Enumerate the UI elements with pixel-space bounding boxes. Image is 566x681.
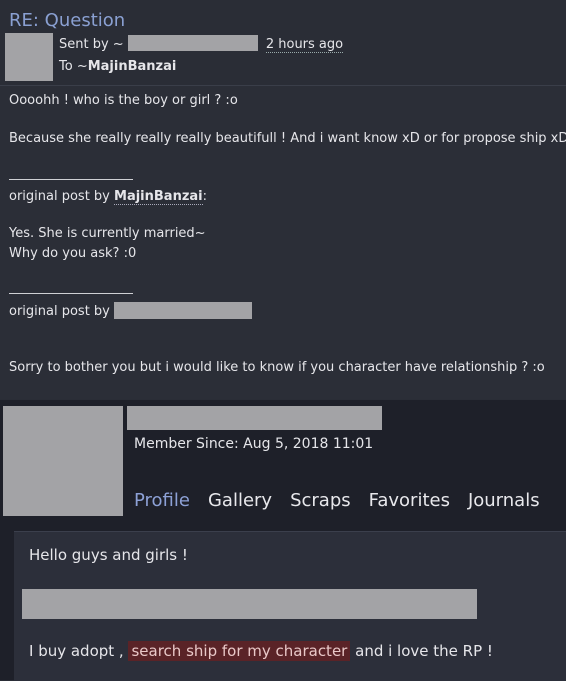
body-line: Because she really really really beautif… — [9, 131, 566, 146]
to-line: To ~MajinBanzai — [59, 57, 176, 77]
sender-name-redacted[interactable] — [127, 35, 258, 51]
tab-favorites[interactable]: Favorites — [369, 488, 450, 514]
timestamp-link[interactable]: 2 hours ago — [265, 37, 344, 53]
message-body: Oooohh ! who is the boy or girl ? :o Bec… — [0, 85, 566, 399]
original-post-label: original post by — [9, 189, 115, 204]
body-line: Yes. She is currently married~ — [9, 226, 206, 241]
tab-gallery[interactable]: Gallery — [208, 488, 272, 514]
bio-line: I buy adopt , search ship for my charact… — [29, 639, 493, 663]
quote-attribution: original post by MajinBanzai: — [9, 188, 207, 206]
body-line: Sorry to bother you but i would like to … — [9, 360, 545, 375]
bio-redacted-line — [22, 589, 477, 619]
quoted-user-link[interactable]: MajinBanzai — [114, 189, 203, 205]
quote-divider — [9, 293, 133, 294]
profile-username-redacted — [127, 406, 382, 430]
profile-bio: Hello guys and girls ! I buy adopt , sea… — [14, 531, 566, 681]
tab-scraps[interactable]: Scraps — [290, 488, 351, 514]
profile-nav: Profile Gallery Scraps Favorites Journal… — [134, 488, 540, 514]
bio-highlight: search ship for my character — [128, 641, 351, 661]
member-since: Member Since: Aug 5, 2018 11:01 — [134, 436, 374, 452]
bio-text: I buy adopt , — [29, 642, 124, 660]
attribution-colon: : — [202, 189, 208, 204]
sender-avatar[interactable] — [5, 33, 53, 81]
body-line: Oooohh ! who is the boy or girl ? :o — [9, 93, 238, 108]
recipient-name[interactable]: MajinBanzai — [88, 59, 177, 74]
original-post-label: original post by — [9, 304, 110, 319]
bio-text: and i love the RP ! — [355, 642, 493, 660]
sent-by-line: Sent by ~ 2 hours ago — [59, 35, 344, 55]
quote-attribution: original post by — [9, 302, 252, 321]
to-label: To ~ — [59, 59, 88, 74]
profile-avatar[interactable] — [3, 406, 123, 516]
message-title: RE: Question — [9, 10, 126, 31]
tab-profile[interactable]: Profile — [134, 488, 190, 514]
sent-by-label: Sent by ~ — [59, 37, 124, 52]
quoted-user-redacted[interactable] — [113, 302, 252, 319]
quote-divider — [9, 179, 133, 180]
profile-card: Member Since: Aug 5, 2018 11:01 Profile … — [0, 400, 566, 681]
body-line: Why do you ask? :0 — [9, 246, 137, 261]
tab-journals[interactable]: Journals — [468, 488, 540, 514]
bio-greeting: Hello guys and girls ! — [29, 546, 188, 564]
